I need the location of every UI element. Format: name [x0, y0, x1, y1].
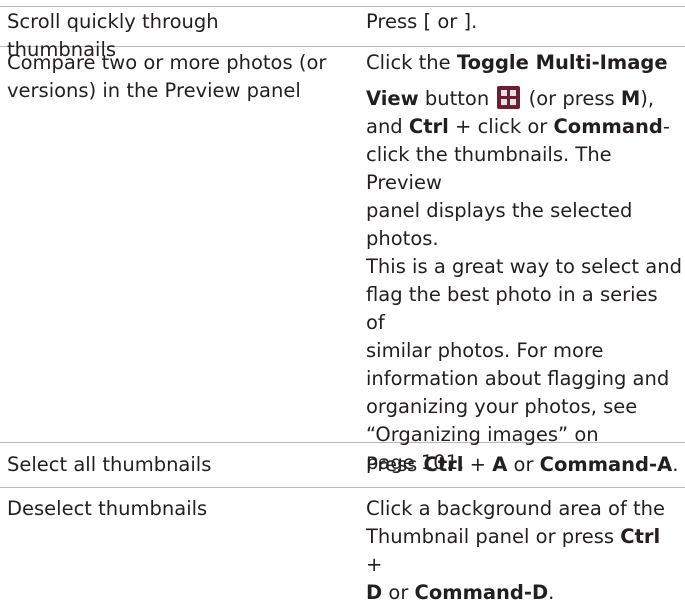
- key: Command: [553, 115, 663, 138]
- action-line: Click the Toggle Multi-Image: [366, 51, 668, 74]
- key: M: [620, 87, 641, 110]
- action-line: and Ctrl + click or Command-: [366, 115, 670, 138]
- key: D: [366, 581, 383, 604]
- multi-image-view-icon: [497, 86, 521, 109]
- action-line: similar photos. For more: [366, 339, 604, 362]
- table-row-task: Deselect thumbnails: [7, 497, 208, 520]
- task-line: Compare two or more photos (or: [7, 51, 327, 74]
- table-row-task: Compare two or more photos (or versions)…: [7, 49, 327, 105]
- action-line: photos.: [366, 227, 439, 250]
- key: Ctrl: [408, 115, 449, 138]
- action-line: click the thumbnails. The Preview: [366, 143, 612, 194]
- ui-term: View: [366, 87, 419, 110]
- action-line: flag the best photo in a series of: [366, 283, 658, 334]
- table-row-action: Press [ or ].: [366, 10, 478, 33]
- key: A: [492, 453, 508, 476]
- table-row-task: Select all thumbnails: [7, 453, 212, 476]
- action-line: View button (or press M),: [366, 86, 655, 110]
- action-line: organizing your photos, see: [366, 395, 638, 418]
- table-row-action: Click a background area of the Thumbnail…: [366, 495, 682, 607]
- action-line: “Organizing images” on: [366, 423, 599, 446]
- action-line: D or Command-D.: [366, 581, 555, 604]
- key: Command-D: [414, 581, 549, 604]
- table-row-action: Click the Toggle Multi-Image View button…: [366, 49, 682, 477]
- key: Command-A: [539, 453, 673, 476]
- action-line: Thumbnail panel or press Ctrl +: [366, 525, 661, 576]
- action-line: Click a background area of the: [366, 497, 666, 520]
- key: Ctrl: [423, 453, 464, 476]
- row-divider: [0, 487, 685, 488]
- ui-term: Toggle Multi-Image: [456, 51, 668, 74]
- table-row-action: Press Ctrl + A or Command-A.: [366, 453, 679, 476]
- action-line: panel displays the selected: [366, 199, 633, 222]
- key: Ctrl: [620, 525, 661, 548]
- action-line: information about flagging and: [366, 367, 670, 390]
- task-line: versions) in the Preview panel: [7, 79, 301, 102]
- action-line: This is a great way to select and: [366, 255, 682, 278]
- row-divider: [0, 6, 685, 7]
